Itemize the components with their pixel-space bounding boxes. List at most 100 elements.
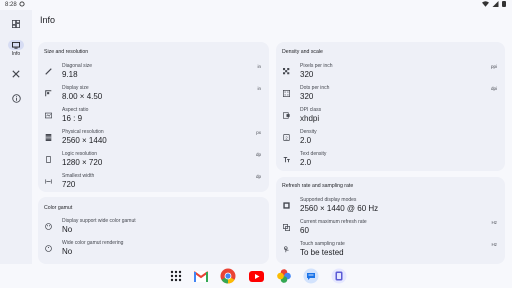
app-icon[interactable] (331, 268, 347, 284)
display-modes-icon (283, 202, 290, 209)
row-label: Physical resolution (62, 129, 104, 135)
row-label: Pixels per inch (300, 63, 333, 69)
width-icon (45, 179, 52, 184)
row-supported-display-modes[interactable]: Supported display modes 2560 × 1440 @ 60… (276, 195, 505, 217)
info-circle-icon (8, 93, 24, 103)
density-icon: 2 (283, 134, 290, 141)
row-density[interactable]: 2 Density 2.0 (276, 127, 505, 149)
rail-item-about[interactable] (0, 93, 32, 103)
card-title: Size and resolution (44, 49, 89, 55)
dpi-class-icon (283, 112, 290, 119)
app-drawer-icon[interactable] (168, 268, 184, 284)
rail-item-dashboard[interactable] (0, 19, 32, 29)
refresh-rate-card: Refresh rate and sampling rate Supported… (276, 177, 505, 264)
row-unit: dp (255, 152, 261, 157)
signal-icon (492, 1, 499, 7)
youtube-icon[interactable] (248, 268, 264, 284)
row-label: Smallest width (62, 173, 95, 179)
size-resolution-card: Size and resolution Diagonal size 9.18 i… (38, 42, 269, 192)
sync-icon (19, 1, 25, 9)
pixels-icon (283, 68, 290, 75)
row-pixels-per-inch[interactable]: Pixels per inch 320 ppi (276, 61, 505, 83)
row-diagonal-size[interactable]: Diagonal size 9.18 in (38, 61, 269, 83)
row-label: Wide color gamut rendering (62, 240, 124, 246)
dots-icon (283, 90, 290, 97)
row-label: DPI class (300, 107, 322, 113)
row-label: Density (300, 129, 317, 135)
row-label: Diagonal size (62, 63, 93, 69)
wifi-icon (482, 1, 489, 7)
row-value: 2.0 (300, 158, 312, 167)
row-unit: ppi (490, 64, 497, 69)
palette-outline-icon (45, 245, 52, 252)
row-touch-sampling-rate[interactable]: Touch sampling rate To be tested Hz (276, 239, 505, 261)
ruler-diagonal-icon (45, 68, 52, 75)
card-title: Refresh rate and sampling rate (282, 183, 354, 189)
row-label: Display support wide color gamut (62, 218, 136, 224)
rail-item-tools[interactable] (0, 69, 32, 79)
text-size-icon (283, 156, 290, 163)
row-value: 320 (300, 70, 314, 79)
info-display-icon (8, 40, 24, 50)
row-value: 1280 × 720 (62, 158, 103, 167)
palette-icon (45, 223, 52, 230)
row-label: Dots per inch (300, 85, 330, 91)
phone-icon (46, 156, 51, 163)
density-scale-card: Density and scale Pixels per inch 320 pp… (276, 42, 505, 171)
rail-item-info-label: Info (11, 51, 21, 57)
battery-icon (502, 1, 506, 7)
display-size-icon (45, 90, 52, 97)
row-unit: Hz (491, 220, 498, 225)
refresh-icon (283, 224, 290, 231)
row-display-size[interactable]: Display size 8.00 × 4.50 in (38, 83, 269, 105)
row-label: Logic resolution (62, 151, 98, 157)
page-title: Info (40, 15, 56, 25)
row-value: 8.00 × 4.50 (62, 92, 103, 101)
row-unit: in (257, 64, 261, 69)
row-value: xhdpi (300, 114, 320, 123)
row-value: 2560 × 1440 @ 60 Hz (300, 204, 379, 213)
status-bar: 8:28 (0, 0, 512, 10)
gmail-icon[interactable] (193, 268, 209, 284)
row-value: To be tested (300, 248, 344, 257)
row-label: Current maximum refresh rate (300, 219, 367, 225)
chrome-icon[interactable] (220, 268, 236, 284)
taskbar (0, 264, 512, 288)
row-wide-color-gamut[interactable]: Display support wide color gamut No (38, 216, 269, 238)
row-smallest-width[interactable]: Smallest width 720 dp (38, 171, 269, 193)
row-aspect-ratio[interactable]: Aspect ratio 16 : 9 (38, 105, 269, 127)
row-value: No (62, 225, 73, 234)
row-label: Aspect ratio (62, 107, 89, 113)
status-time: 8:28 (5, 2, 17, 8)
row-unit: dpi (490, 86, 497, 91)
row-physical-resolution[interactable]: Physical resolution 2560 × 1440 px (38, 127, 269, 149)
touch-icon (284, 246, 289, 253)
dashboard-icon (8, 19, 24, 29)
row-value: 16 : 9 (62, 114, 83, 123)
aspect-ratio-icon (45, 112, 52, 119)
row-dpi-class[interactable]: DPI class xhdpi (276, 105, 505, 127)
row-label: Display size (62, 85, 89, 91)
row-wide-color-rendering[interactable]: Wide color gamut rendering No (38, 238, 269, 260)
photos-icon[interactable] (276, 268, 292, 284)
row-unit: px (256, 130, 261, 135)
row-value: 320 (300, 92, 314, 101)
row-current-refresh-rate[interactable]: Current maximum refresh rate 60 Hz (276, 217, 505, 239)
row-logic-resolution[interactable]: Logic resolution 1280 × 720 dp (38, 149, 269, 171)
row-unit: in (257, 86, 261, 91)
tools-icon (8, 69, 24, 79)
row-dots-per-inch[interactable]: Dots per inch 320 dpi (276, 83, 505, 105)
row-label: Supported display modes (300, 197, 357, 203)
row-label: Text density (300, 151, 327, 157)
row-value: 60 (300, 226, 309, 235)
row-value: 9.18 (62, 70, 78, 79)
card-title: Color gamut (44, 205, 73, 211)
row-unit: dp (255, 174, 261, 179)
color-gamut-card: Color gamut Display support wide color g… (38, 197, 269, 264)
row-text-density[interactable]: Text density 2.0 (276, 149, 505, 171)
row-label: Touch sampling rate (300, 241, 345, 247)
row-value: No (62, 247, 73, 256)
messages-icon[interactable] (303, 268, 319, 284)
grid-icon (45, 134, 52, 141)
rail-item-info[interactable]: Info (0, 40, 32, 57)
